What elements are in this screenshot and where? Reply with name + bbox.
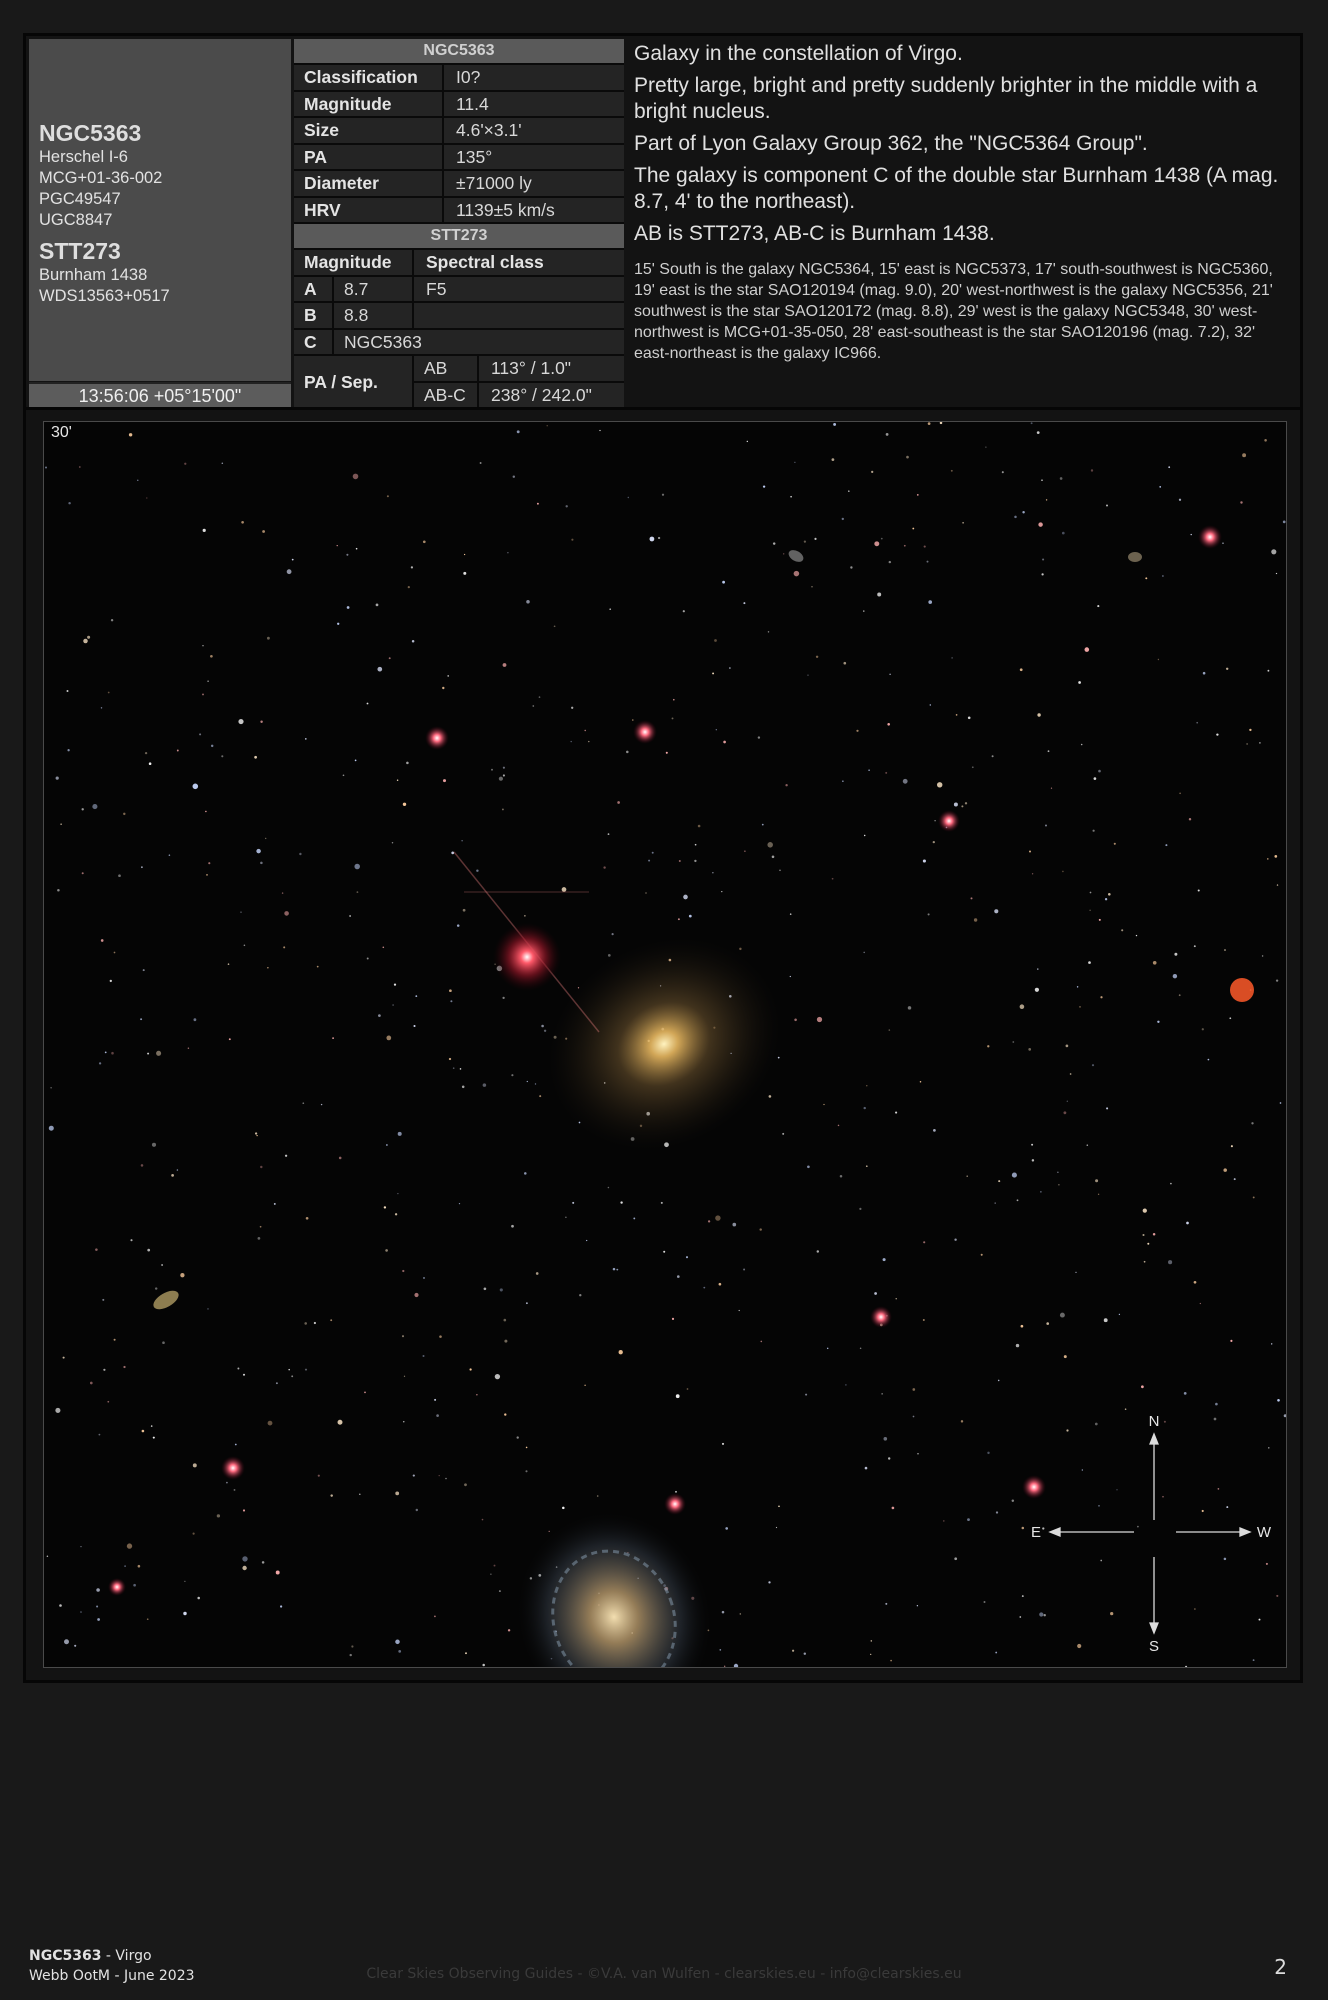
table-row: C NGC5363 [294, 329, 624, 356]
row-key: Diameter [294, 171, 444, 196]
coordinates-label: 13:56:06 +05°15'00" [29, 382, 291, 409]
footer-constellation: - Virgo [101, 1948, 152, 1964]
sky-image: N S E W 30' [43, 421, 1287, 1668]
component-text: NGC5363 [344, 331, 422, 352]
designation: Burnham 1438 [39, 266, 148, 284]
observing-guide-sheet: NGC5363 Herschel I-6 MCG+01-36-002 PGC49… [23, 33, 1303, 1683]
row-value: 135° [456, 146, 493, 167]
object-description: Galaxy in the constellation of Virgo. Pr… [634, 41, 1294, 364]
pair-label: AB-C [414, 383, 479, 408]
component-id: A [294, 276, 334, 301]
star-table-header: STT273 [294, 224, 624, 250]
pa-separation-block: PA / Sep. AB 113° / 1.0" AB-C 238° / 242.0… [294, 356, 624, 408]
designation: WDS13563+0517 [39, 287, 170, 305]
object-identity-panel: NGC5363 Herschel I-6 MCG+01-36-002 PGC49… [29, 39, 291, 381]
data-tables: NGC5363 Classification I0? Magnitude 11.4 … [294, 39, 624, 408]
table-row: B 8.8 [294, 303, 624, 330]
row-key: Classification [294, 65, 444, 90]
table-row: Size 4.6'×3.1' [294, 118, 624, 145]
pair-value: 238° / 242.0" [491, 385, 592, 405]
double-star-stt273 [493, 923, 561, 991]
pair-label: AB [414, 356, 479, 381]
starfield-image: N S E W [44, 422, 1286, 1667]
table-row: AB-C 238° / 242.0" [414, 383, 624, 408]
compass-north-label: N [1149, 1413, 1160, 1430]
description-line: Pretty large, bright and pretty suddenly… [634, 74, 1258, 123]
star-table-column-headers: Magnitude Spectral class [294, 250, 624, 277]
compass-west-label: W [1257, 1524, 1272, 1541]
pa-separation-label: PA / Sep. [294, 356, 414, 408]
component-spectral [414, 303, 426, 328]
description-line: Part of Lyon Galaxy Group 362, the "NGC5… [634, 132, 1148, 155]
compass-south-label: S [1149, 1638, 1159, 1655]
secondary-object-name: STT273 [39, 238, 121, 264]
component-spectral: F5 [426, 278, 447, 299]
compass-east-label: E [1031, 1524, 1041, 1541]
table-row: HRV 1139±5 km/s [294, 197, 624, 224]
row-value: ±71000 ly [456, 173, 532, 193]
surroundings-text: 15' South is the galaxy NGC5364, 15' eas… [634, 261, 1273, 362]
component-id: C [294, 329, 334, 354]
row-key: HRV [294, 197, 444, 222]
table-row: Classification I0? [294, 65, 624, 92]
footer-credit: Clear Skies Observing Guides - ©V.A. van… [366, 1966, 962, 1982]
table-row: Magnitude 11.4 [294, 91, 624, 118]
row-value: I0? [456, 67, 481, 87]
component-magnitude: 8.8 [334, 303, 414, 328]
table-row: PA 135° [294, 144, 624, 171]
row-value: 11.4 [456, 93, 489, 114]
section-divider [26, 407, 1300, 410]
page-number: 2 [1274, 1955, 1287, 1979]
designation: UGC8847 [39, 211, 113, 229]
row-key: Magnitude [294, 91, 444, 116]
footer-object-name: NGC5363 [29, 1948, 102, 1964]
description-line: AB is STT273, AB-C is Burnham 1438. [634, 222, 995, 245]
table-row: Diameter ±71000 ly [294, 171, 624, 198]
component-id: B [294, 303, 334, 328]
column-header-magnitude: Magnitude [294, 250, 414, 275]
designation: Herschel I-6 [39, 148, 128, 166]
designation: MCG+01-36-002 [39, 169, 163, 187]
row-value: 4.6'×3.1' [456, 120, 522, 140]
component-magnitude: 8.7 [334, 276, 414, 301]
row-key: PA [294, 144, 444, 169]
galaxy-table-header: NGC5363 [294, 39, 624, 65]
column-header-spectral: Spectral class [426, 252, 544, 272]
description-line: Galaxy in the constellation of Virgo. [634, 42, 963, 65]
designation: PGC49547 [39, 190, 121, 208]
table-row: AB 113° / 1.0" [414, 356, 624, 383]
field-of-view-label: 30' [51, 424, 72, 441]
row-value: 1139±5 km/s [456, 199, 555, 220]
table-row: A 8.7 F5 [294, 276, 624, 303]
row-key: Size [294, 118, 444, 143]
pair-value: 113° / 1.0" [491, 358, 572, 378]
description-line: The galaxy is component C of the double … [634, 164, 1279, 213]
primary-object-name: NGC5363 [39, 120, 142, 146]
